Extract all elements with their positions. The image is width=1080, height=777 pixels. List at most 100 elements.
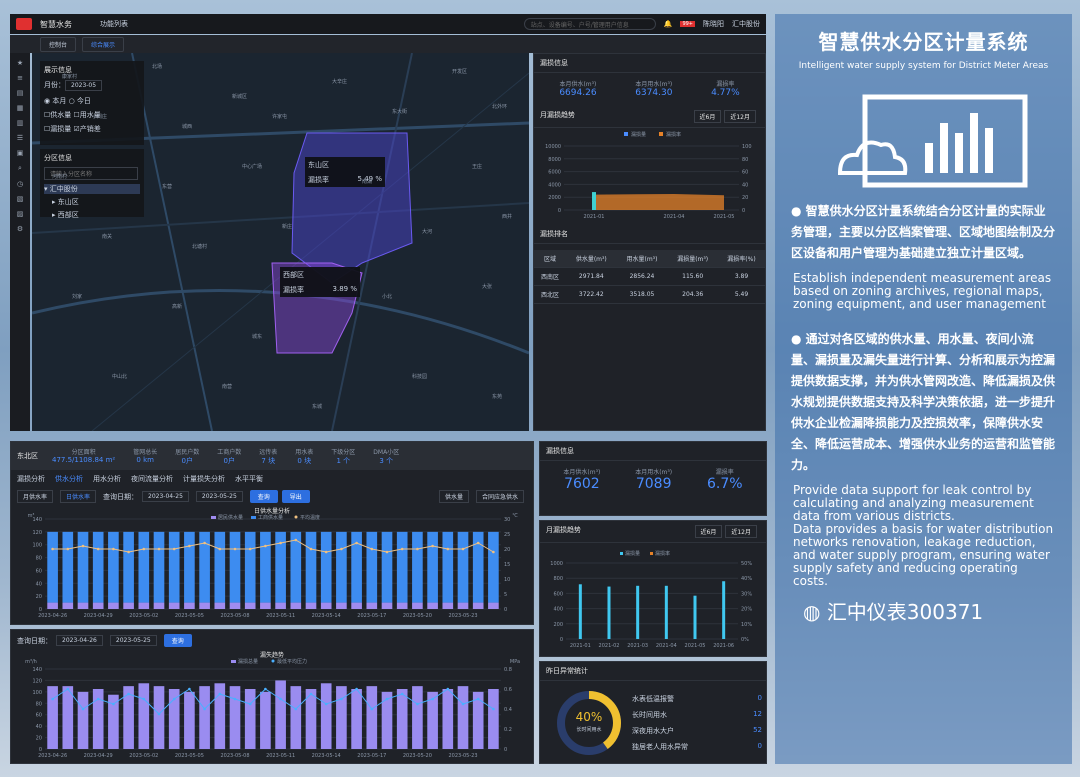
query1-to[interactable]: 2023-05-25 (195, 491, 243, 502)
legend-swatch (271, 659, 275, 663)
x-tick: 2023-05-08 (220, 753, 249, 759)
btn-6m[interactable]: 近6月 (693, 110, 722, 123)
tree-title: 分区信息 (44, 154, 72, 162)
trend2-panel: 月漏损趋势 近6月 近12月 0 200 400 600 800 1000 0% 10% 20% 30… (539, 520, 767, 657)
toggle-contract[interactable]: 合同应急供水 (475, 490, 524, 503)
doc-icon[interactable]: ▤ (17, 89, 24, 97)
search-icon[interactable]: ⌕ (18, 164, 22, 173)
query1-button[interactable]: 查询 (249, 490, 278, 503)
abn-item[interactable]: 水表低温报警 0 (632, 694, 762, 704)
file-icon[interactable]: ▨ (17, 210, 24, 218)
leak-info2-panel: 漏损信息 本月供水(m³) 7602 本月用水(m³) 7089 漏损率 6.7% (539, 441, 767, 516)
legend-swatch (624, 132, 628, 136)
tab-console[interactable]: 控制台 (40, 36, 77, 52)
area-item-label: 分区面积 (71, 448, 96, 456)
trend2-12m[interactable]: 近12月 (725, 525, 757, 538)
export-button[interactable]: 导出 (281, 490, 310, 503)
area-item-label: 居民户数 (175, 448, 200, 456)
month-picker[interactable]: 2023-05 (65, 80, 103, 91)
table-icon[interactable]: ▧ (17, 195, 24, 203)
tree-node-1-label: 东山区 (57, 198, 79, 206)
list-icon[interactable]: ☰ (17, 134, 23, 142)
x-tick: 2021-05 (685, 643, 706, 649)
subtab[interactable]: 漏损分析 (17, 474, 45, 484)
subtab[interactable]: 夜间流量分析 (131, 474, 173, 484)
rank-cell: 3722.42 (565, 285, 617, 304)
y2-tick: 50% (741, 561, 752, 567)
menu-icon[interactable]: ≡ (17, 74, 23, 82)
radio-day[interactable]: ○ (69, 97, 75, 105)
abn-item[interactable]: 长时间用水 12 (632, 710, 762, 720)
menu-dropdown[interactable]: 功能列表 (100, 19, 128, 29)
company-name[interactable]: 汇中股份 (732, 19, 760, 29)
map-place-label: 许家屯 (272, 114, 288, 120)
legend-label: 漏损总量 (238, 658, 258, 665)
map-view[interactable]: 展示信息 月份： 2023-05 ◉ 本月 ○ 今日 ☐供水量 ☐用水量 ☐漏损量… (32, 53, 529, 431)
clock-icon[interactable]: ◷ (17, 180, 23, 188)
bar-resident (275, 602, 286, 609)
y2-tick: 0.6 (504, 687, 512, 693)
month-label: 月份： (44, 81, 65, 89)
bar-resident (457, 602, 469, 609)
map-place-label: 南湖 (362, 179, 373, 185)
subtab[interactable]: 供水分析 (55, 474, 83, 484)
y-tick: 140 (32, 667, 42, 673)
query2-button[interactable]: 查询 (163, 634, 192, 647)
btn-12m[interactable]: 近12月 (724, 110, 756, 123)
grid-icon[interactable]: ▦ (17, 104, 24, 112)
btn-day-supply[interactable]: 日供水率 (60, 490, 97, 503)
bar-commercial (260, 531, 271, 603)
bar-commercial (396, 531, 408, 603)
query2-to[interactable]: 2023-05-25 (109, 635, 157, 646)
tab-overview[interactable]: 综合展示 (82, 36, 125, 52)
subtab[interactable]: 用水分析 (93, 474, 121, 484)
user-name[interactable]: 陈晓阳 (703, 19, 724, 29)
subtab[interactable]: 计量损失分析 (183, 474, 225, 484)
x-tick: 2023-05-14 (312, 753, 341, 759)
abn-item[interactable]: 独居老人用水异常 0 (632, 742, 762, 752)
radio-month[interactable]: ◉ (44, 97, 50, 105)
btn-month-supply[interactable]: 月供水率 (17, 490, 54, 503)
abn-item[interactable]: 深夜用水大户 52 (632, 726, 762, 736)
trend2-6m[interactable]: 近6月 (694, 525, 723, 538)
search-input[interactable]: 站点、设备编号、户号/管理用户信息 (523, 18, 656, 30)
bar-commercial (214, 531, 226, 603)
chart-icon[interactable]: ▥ (17, 119, 24, 127)
table-row[interactable]: 西南区 2971.84 2856.24 115.60 3.89 (534, 267, 765, 286)
table-row[interactable]: 西北区 3722.42 3518.05 204.36 5.49 (534, 285, 765, 304)
rank-cell: 西北区 (534, 285, 566, 304)
y-tick: 100 (32, 690, 42, 696)
bell-icon[interactable]: 🔔 (664, 20, 673, 28)
toggle-supply[interactable]: 供水量 (438, 490, 469, 503)
rank-cell: 204.36 (667, 285, 718, 304)
map-place-label: 新城区 (232, 94, 248, 100)
query1-from[interactable]: 2023-04-25 (142, 491, 189, 502)
rank-col-4: 漏损率(%) (718, 250, 765, 268)
y2-tick: 0.4 (504, 707, 512, 713)
x-tick: 2023-05-02 (129, 753, 158, 759)
settings-icon[interactable]: ⚙ (17, 225, 23, 233)
bar-commercial (320, 531, 332, 603)
tree-node-1[interactable]: ▸ 东山区 (44, 197, 140, 207)
box-icon[interactable]: ▣ (17, 149, 24, 157)
map-place-label: 城西 (182, 124, 193, 130)
bar-resident (290, 602, 302, 609)
tree-root[interactable]: ▾ 汇中股份 (44, 184, 140, 194)
tree-node-2[interactable]: ▸ 西部区 (44, 210, 140, 220)
bar-resident (351, 602, 362, 609)
x-tick: 2021-01 (570, 643, 591, 649)
stats2-v3: 6.7% (706, 476, 743, 492)
map-place-label: 大辛庄 (332, 79, 348, 85)
star-icon[interactable]: ★ (17, 59, 23, 67)
x-tick: 2023-05-23 (448, 613, 477, 619)
bar-resident (62, 602, 74, 609)
y-tick: 60 (36, 713, 42, 719)
sidebar: ★ ≡ ▤ ▦ ▥ ☰ ▣ ⌕ ◷ ▧ ▨ ⚙ (10, 53, 30, 431)
y2-tick: 0 (742, 208, 745, 214)
query2-from[interactable]: 2023-04-26 (56, 635, 103, 646)
leak-info-v3: 4.77% (711, 88, 740, 98)
x-tick: 2023-05-05 (175, 613, 204, 619)
subtab[interactable]: 水平平衡 (235, 474, 263, 484)
area-item-value: 1 个 (336, 456, 351, 465)
month-trend-title: 月漏损趋势 (540, 111, 575, 119)
